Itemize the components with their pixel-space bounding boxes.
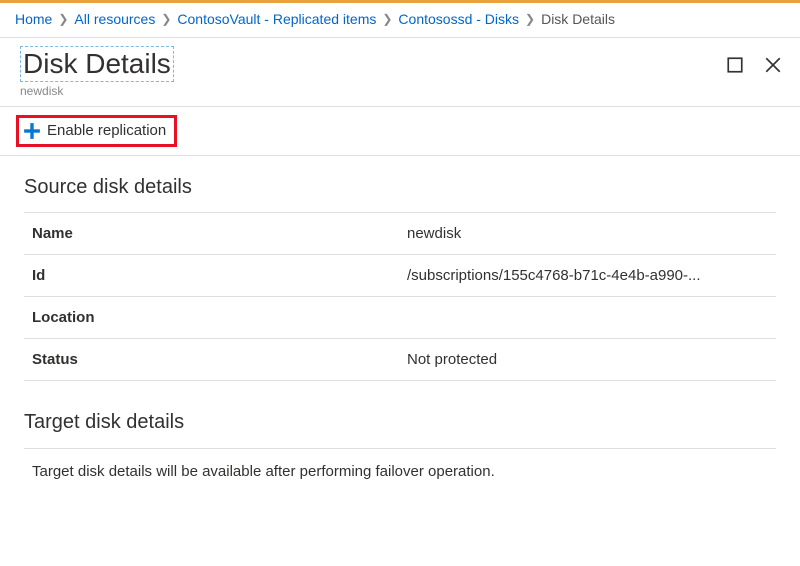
detail-value: newdisk xyxy=(407,225,768,242)
detail-row-status: Status Not protected xyxy=(24,338,776,381)
plus-icon xyxy=(23,122,41,140)
chevron-right-icon: ❯ xyxy=(161,12,171,26)
page-title: Disk Details xyxy=(20,46,174,82)
toolbar: Enable replication xyxy=(0,106,800,156)
blade-header: Disk Details newdisk xyxy=(0,38,800,106)
detail-value: /subscriptions/155c4768-b71c-4e4b-a990-.… xyxy=(407,267,768,284)
blade-content: Source disk details Name newdisk Id /sub… xyxy=(0,156,800,504)
detail-row-name: Name newdisk xyxy=(24,212,776,255)
breadcrumb-link-disks[interactable]: Contosossd - Disks xyxy=(398,11,519,27)
enable-replication-button[interactable]: Enable replication xyxy=(16,115,177,147)
target-info-message: Target disk details will be available af… xyxy=(24,448,776,494)
detail-label: Name xyxy=(32,225,407,242)
breadcrumb-link-vault[interactable]: ContosoVault - Replicated items xyxy=(177,11,376,27)
detail-label: Id xyxy=(32,267,407,284)
detail-label: Status xyxy=(32,351,407,368)
close-icon[interactable] xyxy=(764,56,782,77)
blade-container: Disk Details newdisk Enable replication … xyxy=(0,37,800,504)
detail-value: Not protected xyxy=(407,351,768,368)
maximize-icon[interactable] xyxy=(726,56,744,77)
breadcrumb: Home ❯ All resources ❯ ContosoVault - Re… xyxy=(0,3,800,35)
chevron-right-icon: ❯ xyxy=(58,12,68,26)
chevron-right-icon: ❯ xyxy=(382,12,392,26)
target-section-title: Target disk details xyxy=(24,411,776,434)
enable-replication-label: Enable replication xyxy=(47,122,166,139)
breadcrumb-link-all-resources[interactable]: All resources xyxy=(74,11,155,27)
breadcrumb-link-home[interactable]: Home xyxy=(15,11,52,27)
detail-row-location: Location xyxy=(24,296,776,339)
breadcrumb-current: Disk Details xyxy=(541,11,615,27)
chevron-right-icon: ❯ xyxy=(525,12,535,26)
detail-label: Location xyxy=(32,309,407,326)
page-subtitle: newdisk xyxy=(20,84,726,98)
detail-value xyxy=(407,309,768,326)
window-controls xyxy=(726,46,782,77)
detail-row-id: Id /subscriptions/155c4768-b71c-4e4b-a99… xyxy=(24,254,776,297)
source-section-title: Source disk details xyxy=(24,176,776,199)
